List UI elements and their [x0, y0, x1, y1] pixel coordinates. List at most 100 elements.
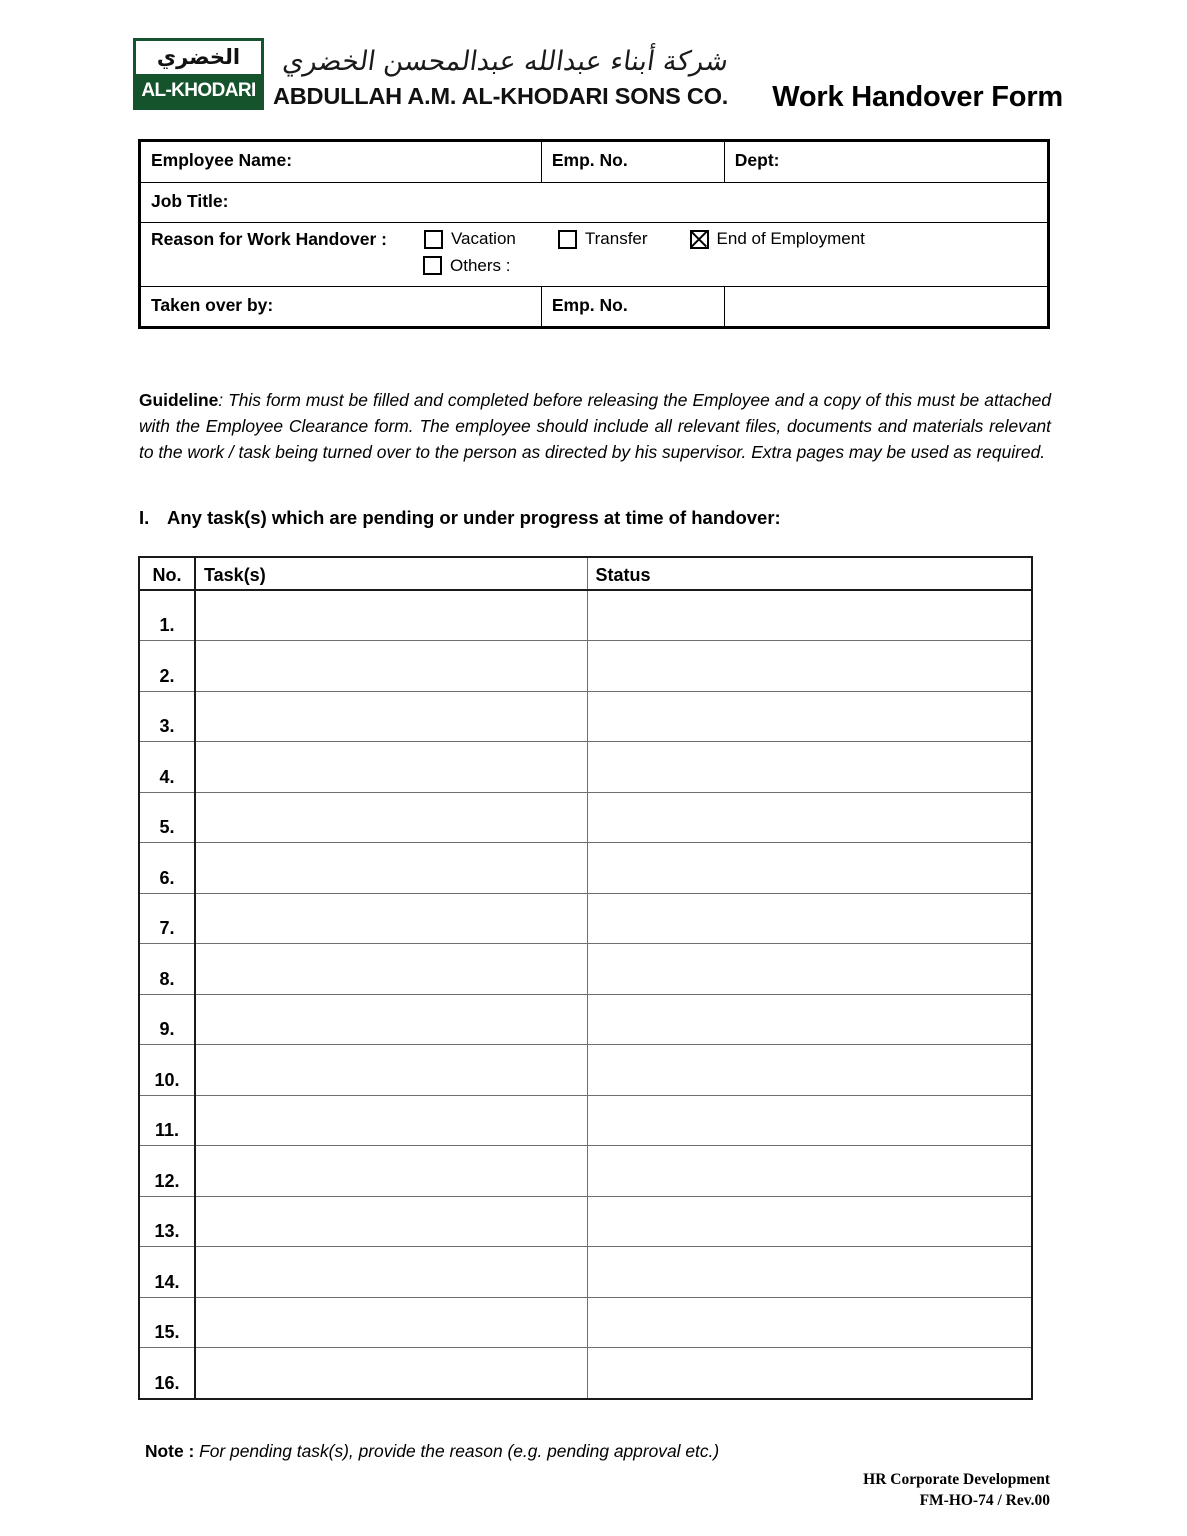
task-input-cell[interactable]: [194, 690, 588, 742]
task-input-cell[interactable]: [194, 741, 588, 793]
company-name-english: ABDULLAH A.M. AL-KHODARI SONS CO.: [273, 83, 729, 110]
table-row: 3.: [140, 690, 1031, 742]
task-input-cell[interactable]: [194, 1347, 588, 1398]
table-row: 7.: [140, 892, 1031, 944]
status-input-cell[interactable]: [586, 1094, 1031, 1146]
task-input-cell[interactable]: [194, 943, 588, 995]
info-row-employee: Employee Name: Emp. No. Dept:: [141, 142, 1047, 183]
row-number-cell: 8.: [140, 943, 196, 995]
row-number-cell: 3.: [140, 690, 196, 742]
document-page: الخضري AL-KHODARI شركة أبناء عبدالله عبد…: [0, 0, 1187, 1536]
reason-label: Reason for Work Handover :: [151, 228, 387, 249]
row-number-cell: 16.: [140, 1347, 196, 1398]
task-input-cell[interactable]: [194, 1296, 588, 1348]
job-title-field[interactable]: Job Title:: [141, 181, 1047, 223]
row-number-cell: 5.: [140, 791, 196, 843]
checkbox-others-icon[interactable]: [423, 256, 442, 275]
task-input-cell[interactable]: [194, 1145, 588, 1197]
taken-over-by-field[interactable]: Taken over by:: [141, 285, 542, 326]
checkbox-option-others[interactable]: Others :: [423, 256, 510, 276]
row-number-cell: 7.: [140, 892, 196, 944]
status-input-cell[interactable]: [586, 1145, 1031, 1197]
info-row-reason: Reason for Work Handover : Vacation Tran…: [141, 221, 1047, 287]
job-title-label: Job Title:: [151, 190, 229, 211]
table-row: 4.: [140, 741, 1031, 793]
task-input-cell[interactable]: [194, 993, 588, 1045]
status-input-cell[interactable]: [586, 1195, 1031, 1247]
checkbox-option-end-of-employment[interactable]: End of Employment: [689, 229, 865, 249]
status-input-cell[interactable]: [586, 1296, 1031, 1348]
pending-tasks-table: No. Task(s) Status 1. 2. 3. 4. 5. 6. 7. 8. 9. 10.…: [138, 556, 1033, 1400]
status-input-cell[interactable]: [586, 640, 1031, 692]
guideline-label: Guideline: [139, 390, 219, 411]
column-header-tasks: Task(s): [194, 558, 588, 591]
task-input-cell[interactable]: [194, 791, 588, 843]
note-label: Note :: [145, 1441, 195, 1462]
checkbox-vacation-icon[interactable]: [423, 229, 443, 249]
column-header-no: No.: [140, 558, 196, 591]
document-footer: HR Corporate Development FM-HO-74 / Rev.…: [863, 1470, 1050, 1512]
checkbox-end-of-employment-label: End of Employment: [716, 229, 865, 248]
taken-over-extra-field[interactable]: [723, 285, 1047, 326]
employee-name-field[interactable]: Employee Name:: [141, 142, 542, 183]
checkbox-transfer-icon[interactable]: [557, 229, 577, 249]
table-row: 6.: [140, 842, 1031, 894]
status-input-cell[interactable]: [586, 943, 1031, 995]
task-input-cell[interactable]: [194, 842, 588, 894]
status-input-cell[interactable]: [586, 741, 1031, 793]
status-input-cell[interactable]: [586, 1246, 1031, 1298]
status-input-cell[interactable]: [586, 690, 1031, 742]
section-heading-text: Any task(s) which are pending or under p…: [167, 507, 781, 528]
task-input-cell[interactable]: [194, 640, 588, 692]
dept-field[interactable]: Dept:: [723, 142, 1047, 183]
column-header-status: Status: [586, 558, 1031, 591]
row-number-cell: 10.: [140, 1044, 196, 1096]
task-input-cell[interactable]: [194, 1246, 588, 1298]
al-khodari-logo: الخضري AL-KHODARI: [133, 38, 264, 110]
table-row: 10.: [140, 1044, 1031, 1096]
taken-over-emp-no-field[interactable]: Emp. No.: [540, 285, 725, 326]
table-row: 12.: [140, 1145, 1031, 1197]
row-number-cell: 15.: [140, 1296, 196, 1348]
info-row-job-title: Job Title:: [141, 181, 1047, 223]
status-input-cell[interactable]: [586, 1347, 1031, 1398]
task-input-cell[interactable]: [194, 1044, 588, 1096]
logo-arabic-text: الخضري: [136, 41, 261, 74]
table-row: 9.: [140, 993, 1031, 1045]
table-row: 13.: [140, 1195, 1031, 1247]
info-row-taken-over: Taken over by: Emp. No.: [141, 285, 1047, 326]
status-input-cell[interactable]: [586, 993, 1031, 1045]
row-number-cell: 4.: [140, 741, 196, 793]
table-row: 16.: [140, 1347, 1031, 1398]
table-header-row: No. Task(s) Status: [140, 558, 1031, 591]
table-row: 15.: [140, 1296, 1031, 1348]
task-rows-body: 1. 2. 3. 4. 5. 6. 7. 8. 9. 10. 11. 12. 13. 14. 15. 16.: [140, 589, 1031, 1398]
task-input-cell[interactable]: [194, 589, 588, 641]
status-input-cell[interactable]: [586, 1044, 1031, 1096]
logo-english-text: AL-KHODARI: [136, 74, 261, 107]
checkbox-option-transfer[interactable]: Transfer: [557, 229, 648, 249]
section-number: I.: [139, 507, 150, 528]
employee-name-label: Employee Name:: [151, 150, 293, 171]
status-input-cell[interactable]: [586, 589, 1031, 641]
company-name-block: شركة أبناء عبدالله عبدالمحسن الخضري ABDU…: [273, 34, 730, 110]
status-input-cell[interactable]: [586, 892, 1031, 944]
task-input-cell[interactable]: [194, 1094, 588, 1146]
status-input-cell[interactable]: [586, 791, 1031, 843]
footer-form-code: FM-HO-74 / Rev.00: [919, 1491, 1050, 1509]
emp-no-label: Emp. No.: [551, 150, 628, 171]
section-heading-tasks: I. Any task(s) which are pending or under…: [139, 507, 781, 529]
note-text: For pending task(s), provide the reason …: [194, 1441, 720, 1462]
checkbox-option-vacation[interactable]: Vacation: [423, 229, 516, 249]
page-title: Work Handover Form: [772, 81, 1063, 113]
checkbox-end-of-employment-icon[interactable]: [689, 229, 709, 249]
table-row: 11.: [140, 1094, 1031, 1146]
emp-no-field[interactable]: Emp. No.: [540, 142, 725, 183]
status-input-cell[interactable]: [586, 842, 1031, 894]
table-row: 14.: [140, 1246, 1031, 1298]
task-input-cell[interactable]: [194, 1195, 588, 1247]
checkbox-others-label: Others :: [450, 255, 511, 275]
task-input-cell[interactable]: [194, 892, 588, 944]
note-paragraph: Note : For pending task(s), provide the …: [145, 1441, 719, 1462]
row-number-cell: 12.: [140, 1145, 196, 1197]
